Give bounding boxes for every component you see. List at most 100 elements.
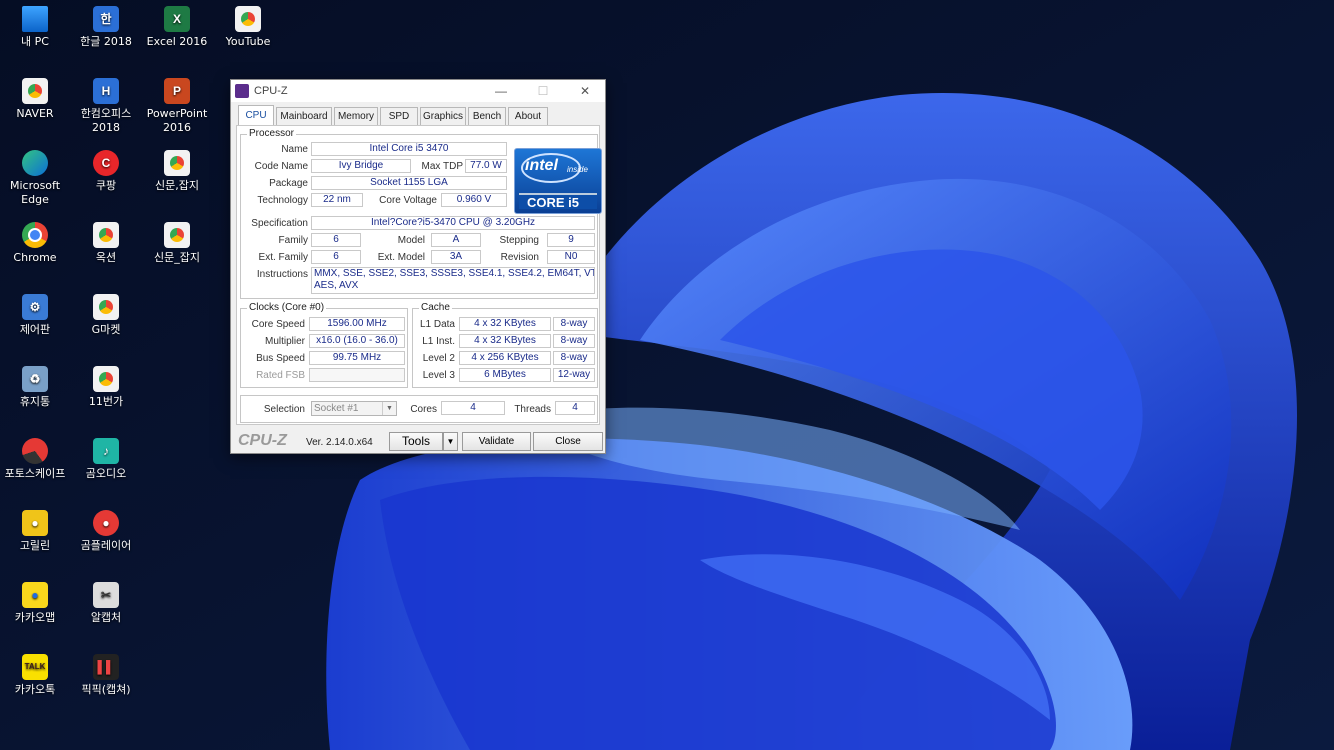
extmodel-label: Ext. Model — [377, 252, 425, 263]
desktop-shortcut[interactable]: 한 한글 2018 — [71, 6, 141, 49]
intel-inside-text: inside — [567, 165, 588, 174]
close-button[interactable]: Close — [533, 432, 603, 451]
chevron-down-icon: ▼ — [382, 402, 396, 415]
desktop-shortcut-label: YouTube — [225, 35, 271, 48]
corevoltage-value: 0.960 V — [441, 193, 507, 207]
threads-label: Threads — [514, 404, 551, 415]
desktop-shortcut-label: 휴지통 — [19, 395, 51, 408]
desktop-shortcut-label: 카카오톡 — [14, 683, 56, 696]
version-text: Ver. 2.14.0.x64 — [306, 437, 373, 448]
tab-spd[interactable]: SPD — [380, 107, 418, 125]
l1inst-way: 8-way — [553, 334, 595, 348]
tab-about[interactable]: About — [508, 107, 548, 125]
desktop-shortcut[interactable]: ⚙ 제어판 — [0, 294, 70, 337]
desktop-shortcut[interactable]: G마켓 — [71, 294, 141, 337]
intel-core-i5-logo: intel inside CORE i5 — [514, 148, 602, 214]
cpuz-footer: CPU-Z Ver. 2.14.0.x64 Tools ▼ Validate C… — [231, 429, 605, 453]
desktop-shortcut[interactable]: 옥션 — [71, 222, 141, 265]
tab-bench[interactable]: Bench — [468, 107, 506, 125]
desktop-shortcut-label: 한컴오피스 2018 — [80, 107, 132, 134]
tools-dropdown-button[interactable]: ▼ — [443, 432, 458, 451]
tab-graphics[interactable]: Graphics — [420, 107, 466, 125]
socket-select[interactable]: Socket #1 ▼ — [311, 401, 397, 416]
control-panel-icon: ⚙ — [22, 294, 48, 320]
desktop-shortcut-label: Excel 2016 — [146, 35, 208, 48]
minimize-button[interactable]: — — [486, 82, 516, 100]
desktop-shortcut[interactable]: ✂ 알캡처 — [71, 582, 141, 625]
gom-player-icon: ● — [93, 510, 119, 536]
family-value: 6 — [311, 233, 361, 247]
tab-cpu[interactable]: CPU — [238, 105, 274, 125]
title-bar[interactable]: CPU-Z — ☐ ✕ — [231, 80, 605, 102]
desktop-shortcut[interactable]: ● 고릴린 — [0, 510, 70, 553]
cores-value: 4 — [441, 401, 505, 415]
level3-way: 12-way — [553, 368, 595, 382]
desktop-shortcut[interactable]: ▌▌ 픽픽(캡쳐) — [71, 654, 141, 697]
extfamily-label: Ext. Family — [258, 252, 308, 263]
busspeed-label: Bus Speed — [256, 353, 305, 364]
technology-label: Technology — [257, 195, 308, 206]
l1data-way: 8-way — [553, 317, 595, 331]
busspeed-value: 99.75 MHz — [309, 351, 405, 365]
ratedfsb-value — [309, 368, 405, 382]
chrome-shortcut-icon — [22, 78, 48, 104]
kakaomap-icon: ● — [22, 582, 48, 608]
desktop-shortcut[interactable]: ♻ 휴지통 — [0, 366, 70, 409]
model-value: A — [431, 233, 481, 247]
desktop-shortcut[interactable]: 11번가 — [71, 366, 141, 409]
desktop: 내 PC 한 한글 2018 X Excel 2016 YouTube NAVER H 한컴오피… — [0, 0, 1334, 750]
tab-memory[interactable]: Memory — [334, 107, 378, 125]
core-i5-text: CORE i5 — [519, 193, 597, 210]
desktop-shortcut[interactable]: NAVER — [0, 78, 70, 121]
instructions-line-1: MMX, SSE, SSE2, SSE3, SSSE3, SSE4.1, SSE… — [314, 268, 595, 279]
package-value: Socket 1155 LGA — [311, 176, 507, 190]
family-label: Family — [278, 235, 308, 246]
specification-label: Specification — [251, 218, 308, 229]
tools-button[interactable]: Tools — [389, 432, 443, 451]
desktop-shortcut-label: Chrome — [13, 251, 57, 264]
desktop-shortcut[interactable]: ● 카카오맵 — [0, 582, 70, 625]
desktop-shortcut[interactable]: 포토스케이프 — [0, 438, 70, 481]
desktop-shortcut-label: 알캡처 — [90, 611, 122, 624]
chrome-shortcut-icon — [164, 150, 190, 176]
desktop-shortcut[interactable]: H 한컴오피스 2018 — [71, 78, 141, 135]
desktop-shortcut[interactable]: C 쿠팡 — [71, 150, 141, 193]
instructions-value: MMX, SSE, SSE2, SSE3, SSSE3, SSE4.1, SSE… — [311, 267, 595, 294]
desktop-shortcut[interactable]: X Excel 2016 — [142, 6, 212, 49]
desktop-shortcut[interactable]: Microsoft Edge — [0, 150, 70, 207]
cache-group-label: Cache — [419, 302, 452, 313]
maximize-button[interactable]: ☐ — [528, 82, 558, 100]
coupang-icon: C — [93, 150, 119, 176]
validate-button[interactable]: Validate — [462, 432, 531, 451]
chrome-shortcut-icon — [164, 222, 190, 248]
tab-mainboard[interactable]: Mainboard — [276, 107, 332, 125]
desktop-shortcut[interactable]: 신문_잡지 — [142, 222, 212, 265]
desktop-shortcut-label: Microsoft Edge — [9, 179, 61, 206]
chrome-icon — [22, 222, 48, 248]
desktop-shortcut[interactable]: P PowerPoint 2016 — [142, 78, 212, 135]
name-label: Name — [281, 144, 308, 155]
desktop-shortcut[interactable]: 내 PC — [0, 6, 70, 49]
package-label: Package — [269, 178, 308, 189]
selection-label: Selection — [263, 404, 305, 415]
close-window-button[interactable]: ✕ — [570, 82, 600, 100]
multiplier-label: Multiplier — [264, 336, 305, 347]
alcapture-icon: ✂ — [93, 582, 119, 608]
cpuz-logo: CPU-Z — [238, 432, 287, 449]
desktop-shortcut[interactable]: 신문,잡지 — [142, 150, 212, 193]
chrome-shortcut-icon — [93, 294, 119, 320]
desktop-shortcut-label: G마켓 — [91, 323, 121, 336]
instructions-line-2: AES, AVX — [314, 280, 359, 291]
specification-value: Intel?Core?i5-3470 CPU @ 3.20GHz — [311, 216, 595, 230]
desktop-shortcut[interactable]: YouTube — [213, 6, 283, 49]
desktop-shortcut[interactable]: ● 곰플레이어 — [71, 510, 141, 553]
desktop-shortcut[interactable]: TALK 카카오톡 — [0, 654, 70, 697]
desktop-shortcut[interactable]: ♪ 곰오디오 — [71, 438, 141, 481]
desktop-shortcut[interactable]: Chrome — [0, 222, 70, 265]
desktop-shortcut-label: PowerPoint 2016 — [146, 107, 208, 134]
kakaotalk-icon: TALK — [22, 654, 48, 680]
clocks-group: Clocks (Core #0) Core Speed 1596.00 MHz … — [240, 302, 408, 388]
chrome-shortcut-icon — [93, 222, 119, 248]
desktop-shortcut-label: 쿠팡 — [95, 179, 117, 192]
model-label: Model — [397, 235, 425, 246]
